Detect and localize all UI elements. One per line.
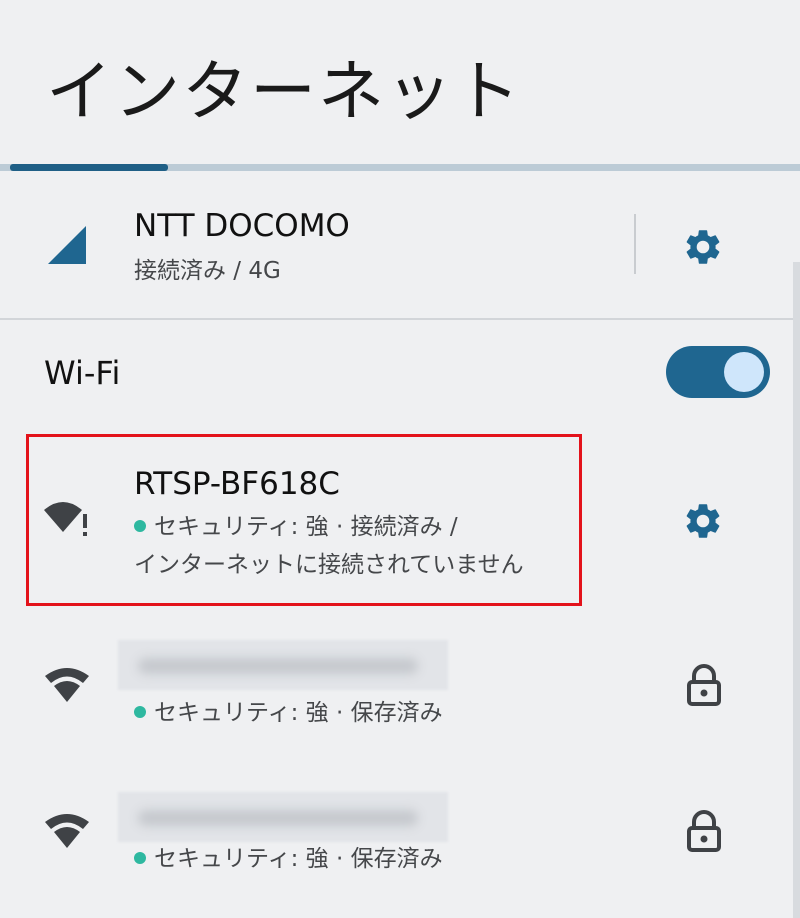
mobile-network-name: NTT DOCOMO: [134, 208, 350, 244]
lock-icon: [687, 664, 721, 706]
network-name-redacted: [118, 640, 448, 690]
network-status: セキュリティ: 強 · 保存済み: [134, 842, 443, 876]
vertical-divider: [634, 214, 636, 274]
lock-icon: [687, 810, 721, 852]
gear-icon[interactable]: [682, 226, 724, 268]
wifi-icon: [45, 668, 89, 702]
section-divider: [0, 318, 800, 320]
highlight-box: [26, 434, 582, 606]
network-name-redacted: [118, 792, 448, 842]
mobile-network-status: 接続済み / 4G: [134, 258, 281, 284]
status-dot: [134, 706, 146, 718]
cellular-signal-icon: [48, 226, 86, 264]
wifi-label: Wi-Fi: [44, 354, 121, 392]
loading-progress-indicator: [10, 164, 168, 171]
page-title: インターネット: [46, 53, 522, 130]
wifi-toggle-knob: [724, 352, 764, 392]
wifi-icon: [45, 814, 89, 848]
wifi-toggle[interactable]: [666, 346, 770, 398]
network-status-line1: セキュリティ: 強 · 保存済み: [154, 700, 443, 726]
gear-icon[interactable]: [682, 500, 724, 542]
network-status: セキュリティ: 強 · 保存済み: [134, 696, 443, 730]
scrollbar[interactable]: [793, 262, 800, 918]
status-dot: [134, 852, 146, 864]
network-status-line1: セキュリティ: 強 · 保存済み: [154, 846, 443, 872]
